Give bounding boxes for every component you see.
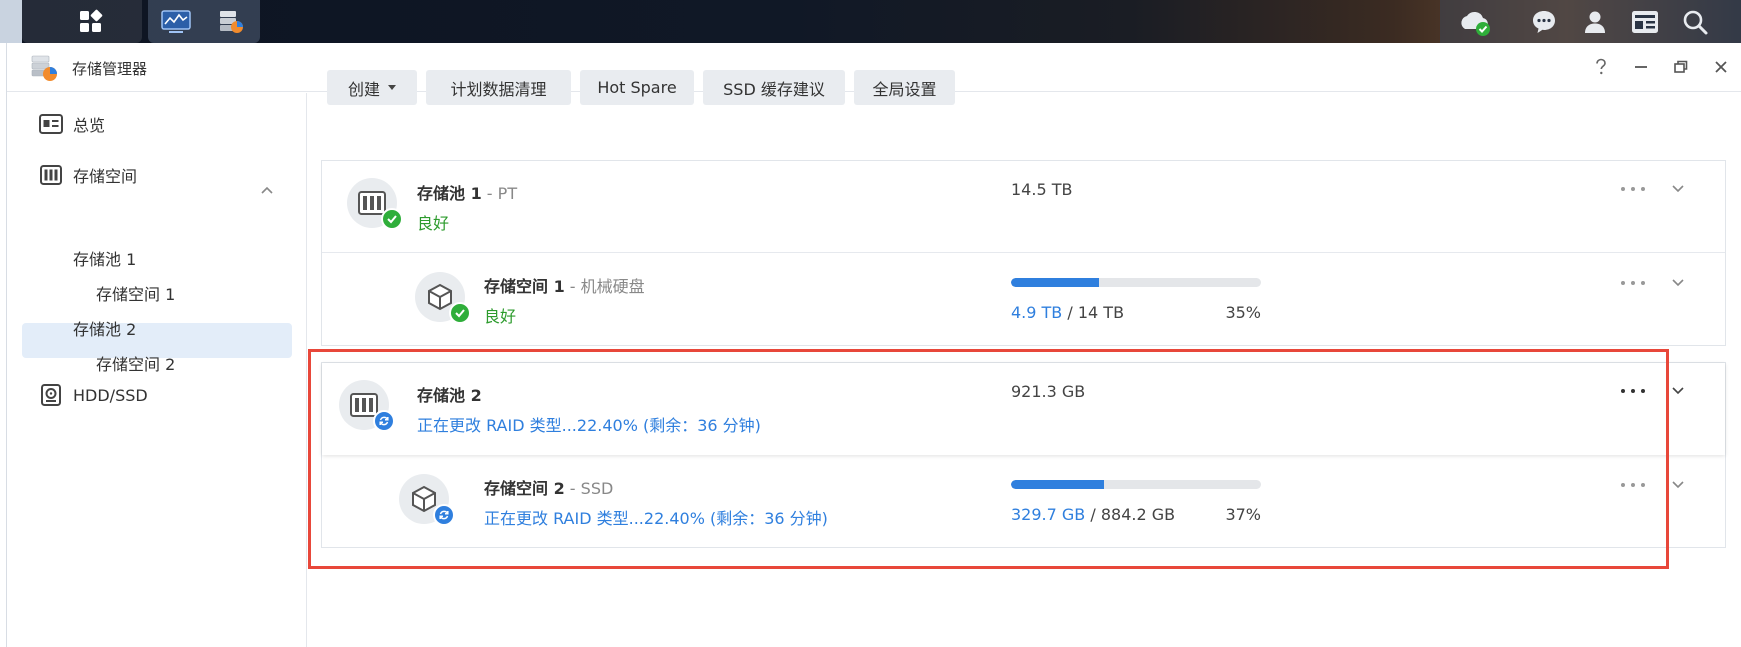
pool-capacity: 921.3 GB (1011, 382, 1086, 401)
more-options-icon[interactable] (1621, 184, 1645, 194)
sidebar: 总览 存储空间 存储池 1 存储空间 1 存储池 2 存储空间 2 HDD/SS… (7, 93, 307, 647)
volume-2-row[interactable]: 存储空间 2 - SSD 正在更改 RAID 类型...22.40% (剩余：3… (322, 455, 1725, 547)
volume-sep: - (564, 479, 581, 498)
volume-used: 329.7 GB (1011, 505, 1086, 524)
pool-1-row[interactable]: 存储池 1 - PT 良好 14.5 TB (322, 161, 1725, 253)
volume-total: 14 TB (1077, 303, 1125, 322)
storage-manager-app-icon (29, 53, 59, 83)
user-icon[interactable] (1570, 0, 1620, 43)
pool-title: 存储池 2 (417, 386, 482, 405)
pool-description: PT (497, 184, 518, 203)
sidebar-item-storage[interactable]: 存储空间 (39, 163, 137, 187)
volume-total: 884.2 GB (1100, 505, 1176, 524)
pool-2-row[interactable]: 存储池 2 正在更改 RAID 类型...22.40% (剩余：36 分钟) 9… (322, 363, 1725, 455)
pool-icon (347, 178, 403, 230)
volume-usage-percent: 35% (1225, 303, 1261, 322)
minimize-icon[interactable] (1629, 55, 1653, 79)
sidebar-item-volume-2[interactable]: 存储空间 2 (96, 351, 175, 375)
storage-pool-2-card: 存储池 2 正在更改 RAID 类型...22.40% (剩余：36 分钟) 9… (321, 362, 1726, 548)
caret-down-icon (388, 85, 396, 90)
sidebar-item-volume-1[interactable]: 存储空间 1 (96, 281, 175, 305)
pool-status: 良好 (417, 214, 450, 233)
search-icon[interactable] (1670, 0, 1720, 43)
maximize-icon[interactable] (1669, 55, 1693, 79)
usage-slash: / (1085, 505, 1101, 524)
sidebar-item-hdd-ssd[interactable]: HDD/SSD (39, 383, 148, 407)
chevron-down-icon[interactable] (1670, 383, 1686, 399)
volume-icon (399, 474, 455, 526)
usage-slash: / (1062, 303, 1078, 322)
sidebar-item-label: HDD/SSD (73, 385, 148, 405)
sync-icon (433, 504, 455, 526)
pool-sep: - (481, 184, 498, 203)
help-icon[interactable] (1589, 55, 1613, 79)
pool-name: 存储池 2 (417, 382, 482, 406)
global-settings-button[interactable]: 全局设置 (854, 70, 955, 105)
close-icon[interactable] (1709, 55, 1733, 79)
chevron-down-icon[interactable] (1670, 477, 1686, 493)
volume-usage-text: 4.9 TB / 14 TB (1011, 303, 1124, 322)
desktop-edge (0, 0, 22, 43)
pool-name: 存储池 1 - PT (417, 180, 517, 204)
volume-title: 存储空间 2 (484, 479, 565, 498)
volume-description: 机械硬盘 (580, 277, 645, 296)
create-button-label: 创建 (347, 79, 380, 99)
check-icon (449, 302, 471, 324)
storage-manager-icon[interactable] (206, 0, 256, 43)
chevron-down-icon[interactable] (1670, 275, 1686, 291)
volume-sep: - (564, 277, 581, 296)
sidebar-item-label: 总览 (73, 116, 106, 135)
sidebar-item-pool-1[interactable]: 存储池 1 (73, 246, 136, 270)
pool-status: 正在更改 RAID 类型...22.40% (剩余：36 分钟) (417, 416, 761, 435)
volume-usage-bar (1011, 480, 1261, 489)
sidebar-item-pool-2[interactable]: 存储池 2 (73, 316, 136, 340)
hdd-icon (39, 383, 63, 407)
more-options-icon[interactable] (1621, 480, 1645, 490)
volume-name: 存储空间 2 - SSD (484, 475, 613, 499)
volume-usage-fill (1011, 480, 1104, 489)
volume-usage-percent: 37% (1225, 505, 1261, 524)
volume-1-row[interactable]: 存储空间 1 - 机械硬盘 良好 4.9 TB / 14 TB 35% (322, 253, 1725, 345)
pool-icon (339, 380, 395, 432)
volume-usage-text: 329.7 GB / 884.2 GB (1011, 505, 1175, 524)
pool-capacity: 14.5 TB (1011, 180, 1073, 199)
app-grid-icon[interactable] (66, 0, 116, 43)
create-button[interactable]: 创建 (327, 70, 417, 105)
volume-title: 存储空间 1 (484, 277, 565, 296)
storage-icon (39, 163, 63, 187)
more-options-icon[interactable] (1621, 278, 1645, 288)
volume-status: 良好 (484, 307, 517, 326)
widgets-icon[interactable] (1620, 0, 1670, 43)
volume-status: 正在更改 RAID 类型...22.40% (剩余：36 分钟) (484, 509, 828, 528)
ssd-cache-advisor-button[interactable]: SSD 缓存建议 (703, 70, 845, 105)
sidebar-item-overview[interactable]: 总览 (39, 112, 105, 136)
chat-icon[interactable] (1519, 0, 1569, 43)
volume-description: SSD (580, 479, 614, 498)
sidebar-item-label: 存储空间 (73, 167, 138, 186)
scheduled-scrubbing-button[interactable]: 计划数据清理 (426, 70, 571, 105)
cloud-sync-icon[interactable] (1450, 0, 1500, 43)
resource-monitor-icon[interactable] (151, 0, 201, 43)
volume-usage-bar (1011, 278, 1261, 287)
pool-title: 存储池 1 (417, 184, 482, 203)
overview-icon (39, 112, 63, 136)
storage-pool-1-card: 存储池 1 - PT 良好 14.5 TB 存储空间 1 - 机械硬盘 良好 4… (321, 160, 1726, 346)
window-title: 存储管理器 (72, 60, 148, 78)
hot-spare-button[interactable]: Hot Spare (580, 70, 694, 105)
sync-icon (373, 410, 395, 432)
volume-used: 4.9 TB (1011, 303, 1063, 322)
volume-name: 存储空间 1 - 机械硬盘 (484, 273, 645, 297)
taskbar (0, 0, 1741, 43)
chevron-down-icon[interactable] (1670, 181, 1686, 197)
chevron-up-icon[interactable] (259, 182, 275, 198)
volume-usage-fill (1011, 278, 1099, 287)
more-options-icon[interactable] (1621, 386, 1645, 396)
volume-icon (415, 272, 471, 324)
check-icon (381, 208, 403, 230)
